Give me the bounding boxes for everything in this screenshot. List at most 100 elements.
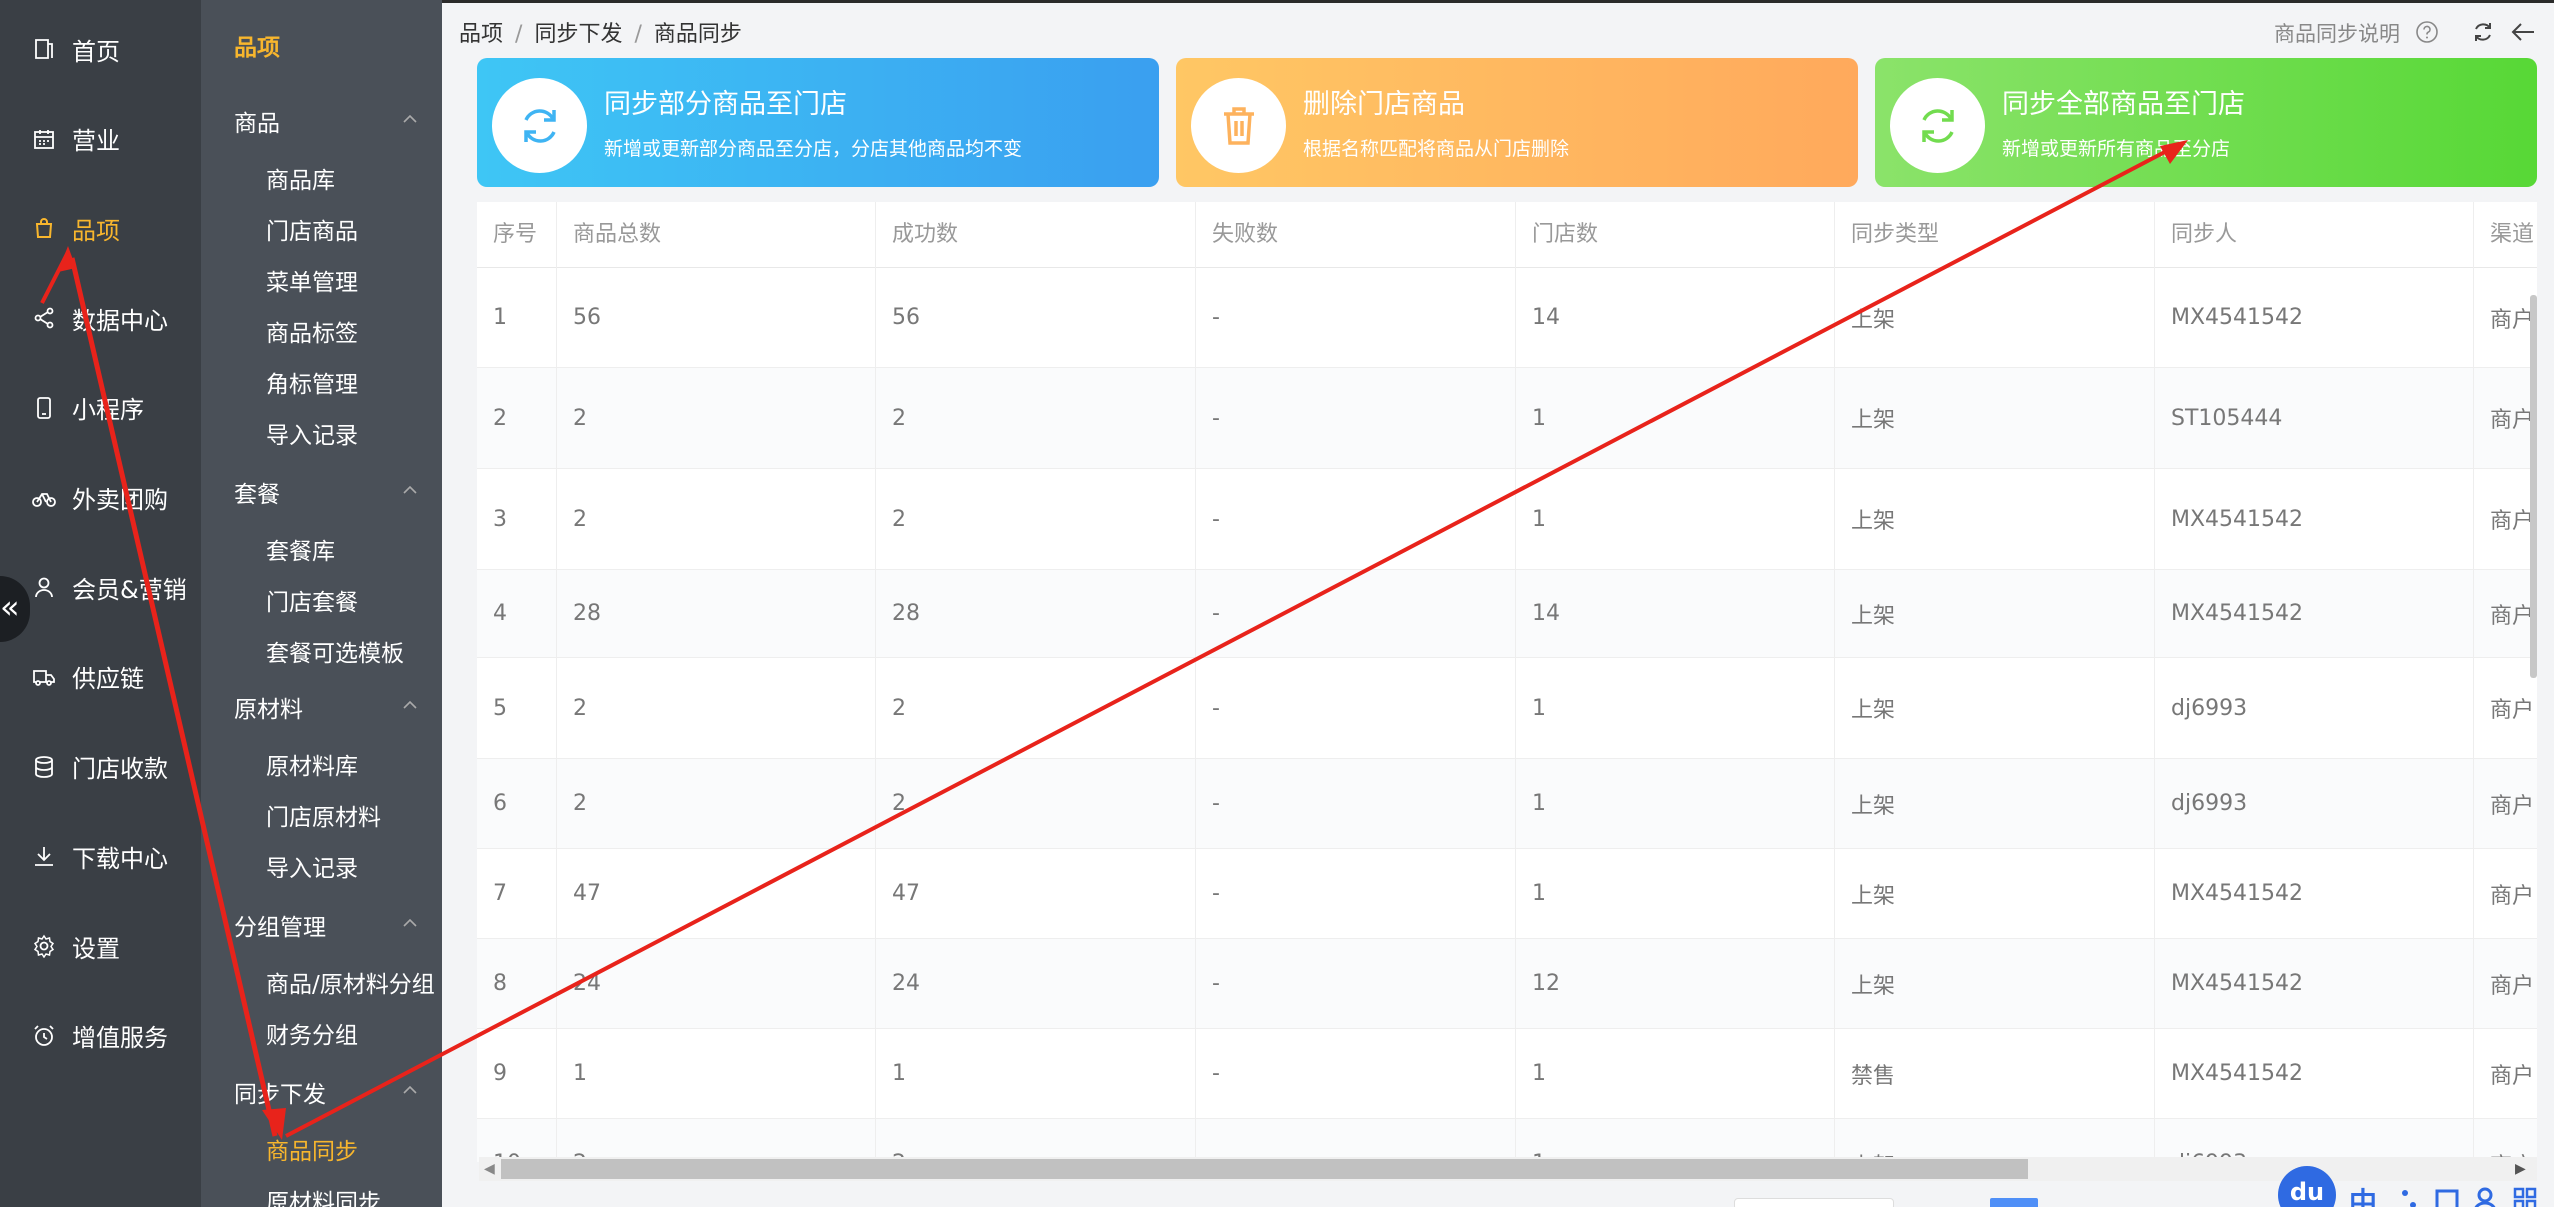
table-cell: 2 [556, 469, 875, 569]
ime-language-toggle[interactable]: 中 [2349, 1181, 2377, 1207]
table-row[interactable]: 8 24 24-12 上架 MX4541542 商户 [477, 939, 2537, 1029]
submenu-group[interactable]: 同步下发 [234, 1075, 326, 1109]
submenu-item[interactable]: 商品标签 [266, 314, 358, 348]
submenu-item[interactable]: 商品/原材料分组 [266, 965, 435, 999]
submenu-group[interactable]: 套餐 [234, 475, 280, 509]
submenu-item[interactable]: 导入记录 [266, 849, 358, 883]
card-icon-circle [1890, 78, 1985, 173]
submenu-item[interactable]: 门店商品 [266, 212, 358, 246]
table-cell: 1 [1515, 1119, 1834, 1162]
nav-item[interactable]: 会员&营销 [0, 555, 201, 619]
submenu-item[interactable]: 商品库 [266, 161, 335, 195]
breadcrumb-item[interactable]: 同步下发 [534, 22, 622, 47]
table-cell: 4 [493, 601, 507, 626]
submenu-item[interactable]: 菜单管理 [266, 263, 358, 297]
nav-item[interactable]: 首页 [0, 17, 201, 81]
table-cell: 上架 [1834, 368, 2154, 468]
submenu-item[interactable]: 原材料同步 [266, 1183, 381, 1207]
page-size-select[interactable] [1734, 1198, 1894, 1207]
sync-partial-card[interactable]: 同步部分商品至门店 新增或更新部分商品至分店，分店其他商品均不变 [477, 58, 1159, 187]
chevron-up-icon[interactable] [402, 918, 418, 928]
sync-all-card[interactable]: 同步全部商品至门店 新增或更新所有商品至分店 [1875, 58, 2537, 187]
table-cell: 8 [493, 971, 507, 996]
nav-item[interactable]: 增值服务 [0, 1004, 201, 1068]
table-cell: 1 [556, 1029, 875, 1118]
pagination-active-page[interactable] [1990, 1198, 2038, 1207]
share-icon [34, 307, 54, 329]
table-row[interactable]: 2 2 2-1 上架 ST105444 商户 [477, 368, 2537, 469]
nav-item-label: 门店收款 [72, 755, 168, 784]
help-link[interactable]: 商品同步说明 [2274, 18, 2400, 48]
vertical-scrollbar[interactable] [2530, 295, 2537, 678]
secondary-sidebar: 品项 商品 商品库 门店商品 菜单管理 商品标签 角标管理 导入记录 套餐 套餐库 门店套餐 套餐可选… [201, 0, 442, 1207]
submenu-item[interactable]: 商品同步 [266, 1132, 358, 1166]
table-cell: 2 [556, 759, 875, 848]
column-header: 渠道 [2473, 202, 2537, 268]
table-cell: - [1195, 1119, 1515, 1162]
back-arrow-icon[interactable] [2510, 20, 2536, 44]
table-cell: 商户 [2473, 658, 2537, 758]
table-cell: 商户 [2473, 1029, 2537, 1118]
submenu-item[interactable]: 门店套餐 [266, 583, 358, 617]
bag-icon [35, 218, 53, 239]
nav-item[interactable]: 设置 [0, 914, 201, 978]
scroll-left-arrow-icon[interactable]: ◀ [484, 1161, 495, 1177]
phone-icon [37, 396, 51, 419]
top-border [442, 0, 2554, 3]
table-row[interactable]: 1 56 56-14 上架 MX4541542 商户 [477, 268, 2537, 368]
chevron-up-icon[interactable] [402, 485, 418, 495]
submenu-group[interactable]: 原材料 [234, 690, 303, 724]
column-header: 门店数 [1515, 202, 1834, 268]
submenu-group[interactable]: 分组管理 [234, 908, 326, 942]
table-row[interactable]: 7 47 47-1 上架 MX4541542 商户 [477, 849, 2537, 939]
nav-item[interactable]: 外卖团购 [0, 466, 201, 530]
ime-toolbar-icons[interactable] [2399, 1185, 2549, 1207]
submenu-item[interactable]: 套餐可选模板 [266, 634, 404, 668]
nav-item[interactable]: 小程序 [0, 376, 201, 440]
database-icon [35, 755, 53, 778]
nav-item[interactable]: 下载中心 [0, 824, 201, 888]
submenu-group[interactable]: 商品 [234, 104, 280, 138]
table-cell: 7 [493, 881, 507, 906]
question-circle-icon[interactable] [2415, 20, 2439, 44]
nav-item[interactable]: 门店收款 [0, 735, 201, 799]
card-title: 同步部分商品至门店 [604, 89, 847, 120]
breadcrumb-item[interactable]: 品项 [459, 22, 503, 47]
table-cell: 28 [556, 570, 875, 657]
table-cell: 2 [556, 1119, 875, 1162]
nav-item[interactable]: 供应链 [0, 645, 201, 709]
table-row[interactable]: 5 2 2-1 上架 dj6993 商户 [477, 658, 2537, 759]
nav-item[interactable]: 营业 [0, 107, 201, 171]
horizontal-scrollbar-thumb[interactable] [501, 1159, 2028, 1179]
delete-store-items-card[interactable]: 删除门店商品 根据名称匹配将商品从门店删除 [1176, 58, 1858, 187]
table-cell: 2 [875, 658, 1195, 758]
table-row[interactable]: 6 2 2-1 上架 dj6993 商户 [477, 759, 2537, 849]
table-cell: - [1195, 268, 1515, 367]
submenu-item[interactable]: 财务分组 [266, 1016, 358, 1050]
submenu-item[interactable]: 角标管理 [266, 365, 358, 399]
submenu-item[interactable]: 导入记录 [266, 416, 358, 450]
chevron-up-icon[interactable] [402, 114, 418, 124]
chevron-up-icon[interactable] [402, 700, 418, 710]
submenu-item[interactable]: 原材料库 [266, 747, 358, 781]
nav-item[interactable]: 品项 [0, 196, 201, 260]
table-cell: dj6993 [2154, 1119, 2473, 1162]
table-row[interactable]: 3 2 2-1 上架 MX4541542 商户 [477, 469, 2537, 570]
scroll-right-arrow-icon[interactable]: ▶ [2515, 1161, 2526, 1177]
submenu-item[interactable]: 门店原材料 [266, 798, 381, 832]
table-cell: 商户 [2473, 759, 2537, 848]
nav-item[interactable]: 数据中心 [0, 286, 201, 350]
table-cell: 商户 [2473, 849, 2537, 938]
refresh-icon[interactable] [2471, 20, 2495, 44]
table-cell: MX4541542 [2154, 570, 2473, 657]
nav-item-label: 增值服务 [72, 1024, 168, 1053]
chevron-up-icon[interactable] [402, 1085, 418, 1095]
sync-icon [1922, 109, 1954, 143]
table-cell: 1 [1515, 849, 1834, 938]
table-row[interactable]: 4 28 28-14 上架 MX4541542 商户 [477, 570, 2537, 658]
table-cell: 上架 [1834, 469, 2154, 569]
table-row[interactable]: 9 1 1-1 禁售 MX4541542 商户 [477, 1029, 2537, 1119]
submenu-item[interactable]: 套餐库 [266, 532, 335, 566]
table-row[interactable]: 1022-1上架dj6993商户 [477, 1119, 2537, 1162]
column-header: 失败数 [1195, 202, 1515, 268]
